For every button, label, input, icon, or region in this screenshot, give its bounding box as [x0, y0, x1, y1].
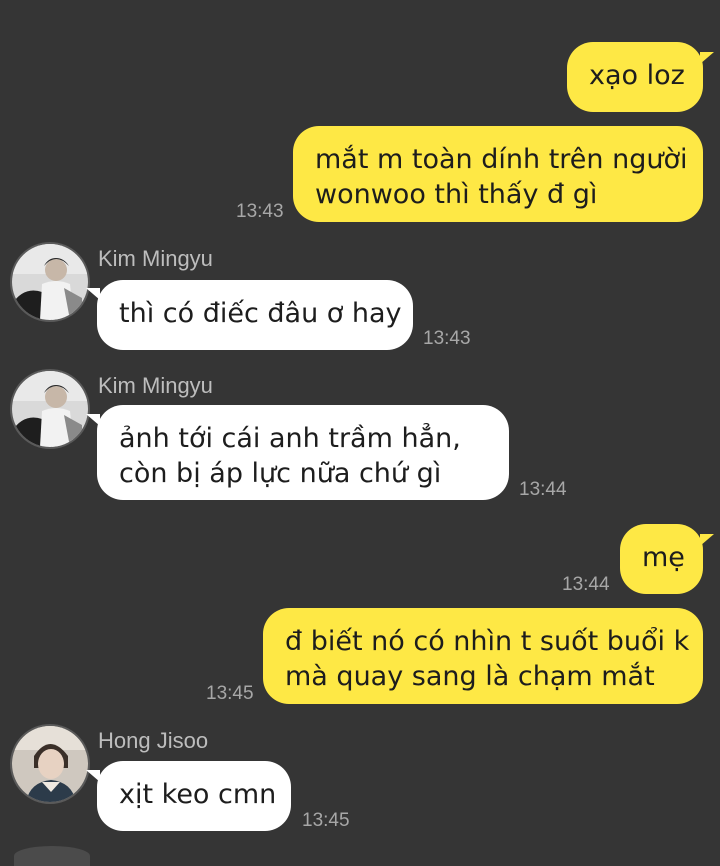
message-bubble-sent[interactable]: xạo loz: [567, 42, 703, 112]
contact-avatar[interactable]: [12, 726, 88, 802]
bubble-tail: [86, 288, 100, 300]
message-timestamp: 13:45: [302, 810, 350, 831]
message-bubble-received[interactable]: thì có điếc đâu ơ hay: [97, 280, 413, 350]
message-timestamp: 13:44: [562, 574, 610, 595]
message-timestamp: 13:45: [206, 683, 254, 704]
bubble-tail: [86, 770, 100, 782]
message-bubble-received[interactable]: ảnh tới cái anh trầm hẳn, còn bị áp lực …: [97, 405, 509, 500]
sender-name: Kim Mingyu: [98, 373, 213, 398]
message-bubble-sent[interactable]: đ biết nó có nhìn t suốt buổi k mà quay …: [263, 608, 703, 704]
message-text-line: ảnh tới cái anh trầm hẳn,: [119, 423, 461, 454]
message-bubble-sent[interactable]: mắt m toàn dính trên người wonwoo thì th…: [293, 126, 703, 222]
bubble-tail: [700, 52, 714, 64]
message-text: thì có điếc đâu ơ hay: [119, 298, 402, 329]
message-text-line: mắt m toàn dính trên người: [315, 144, 688, 175]
profile-photo-icon: [12, 244, 88, 320]
message-bubble-sent[interactable]: mẹ: [620, 524, 703, 594]
contact-avatar[interactable]: [12, 244, 88, 320]
message-text-line: wonwoo thì thấy đ gì: [315, 179, 598, 210]
message-timestamp: 13:43: [423, 328, 471, 349]
message-text: mẹ: [642, 542, 685, 573]
sender-name: Hong Jisoo: [98, 728, 209, 753]
message-text-line: mà quay sang là chạm mắt: [285, 661, 655, 692]
profile-photo-icon: [12, 371, 88, 447]
message-text: xạo loz: [589, 60, 685, 91]
message-text: xịt keo cmn: [119, 779, 277, 810]
message-bubble-received[interactable]: xịt keo cmn: [97, 761, 291, 831]
message-text-line: còn bị áp lực nữa chứ gì: [119, 458, 442, 489]
message-timestamp: 13:44: [519, 479, 567, 500]
contact-avatar-partial: [14, 846, 90, 866]
profile-photo-icon: [12, 726, 88, 802]
message-timestamp: 13:43: [236, 201, 284, 222]
bubble-tail: [86, 414, 100, 426]
sender-name: Kim Mingyu: [98, 246, 213, 271]
bubble-tail: [700, 534, 714, 546]
message-text-line: đ biết nó có nhìn t suốt buổi k: [285, 626, 690, 657]
contact-avatar[interactable]: [12, 371, 88, 447]
